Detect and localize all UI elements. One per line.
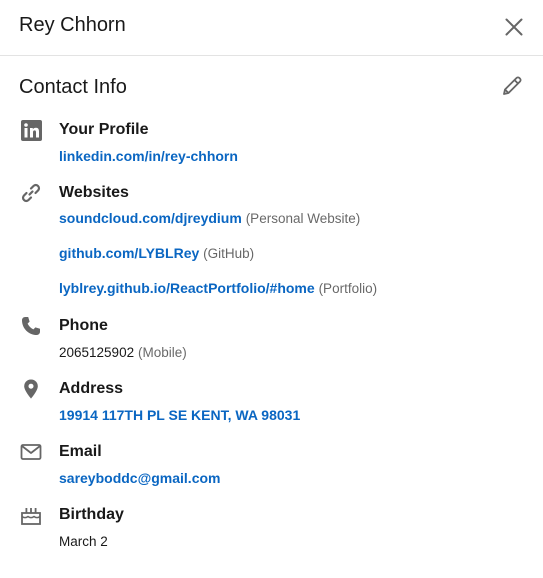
- modal-header: Rey Chhorn: [0, 0, 543, 56]
- section-header: Contact Info: [0, 56, 543, 108]
- phone-row: 2065125902 (Mobile): [59, 344, 187, 360]
- email-label: Email: [59, 443, 102, 460]
- modal-title: Rey Chhorn: [19, 14, 126, 36]
- phone-type: (Mobile): [137, 345, 187, 360]
- profile-link[interactable]: linkedin.com/in/rey-chhorn: [59, 148, 238, 164]
- cake-icon: [20, 504, 42, 526]
- birthday-value: March 2: [59, 534, 108, 549]
- link-icon: [20, 182, 42, 204]
- profile-label: Your Profile: [59, 121, 149, 138]
- section-title: Contact Info: [19, 76, 127, 98]
- website-type: (Portfolio): [318, 281, 378, 296]
- email-link[interactable]: sareyboddc@gmail.com: [59, 470, 220, 486]
- phone-icon: [20, 315, 42, 337]
- website-link[interactable]: soundcloud.com/djreydium: [59, 210, 242, 226]
- website-type: (GitHub): [203, 246, 255, 261]
- websites-label: Websites: [59, 184, 129, 201]
- birthday-label: Birthday: [59, 506, 124, 523]
- website-row: lyblrey.github.io/ReactPortfolio/#home (…: [59, 280, 377, 296]
- phone-label: Phone: [59, 317, 108, 334]
- close-button[interactable]: [503, 16, 525, 38]
- address-link[interactable]: 19914 117TH PL SE KENT, WA 98031: [59, 407, 300, 423]
- website-link[interactable]: lyblrey.github.io/ReactPortfolio/#home: [59, 280, 315, 296]
- phone-number: 2065125902: [59, 345, 135, 360]
- location-pin-icon: [20, 378, 42, 400]
- website-row: github.com/LYBLRey (GitHub): [59, 245, 254, 261]
- address-label: Address: [59, 380, 124, 397]
- edit-contact-button[interactable]: [500, 74, 524, 98]
- linkedin-icon: [20, 119, 42, 141]
- pencil-icon: [503, 76, 522, 95]
- website-type: (Personal Website): [245, 211, 361, 226]
- close-icon: [505, 18, 523, 36]
- website-row: soundcloud.com/djreydium (Personal Websi…: [59, 210, 360, 226]
- envelope-icon: [20, 441, 42, 463]
- contact-info-modal: Rey Chhorn Contact Info Your Profile lin…: [0, 0, 543, 578]
- website-link[interactable]: github.com/LYBLRey: [59, 245, 199, 261]
